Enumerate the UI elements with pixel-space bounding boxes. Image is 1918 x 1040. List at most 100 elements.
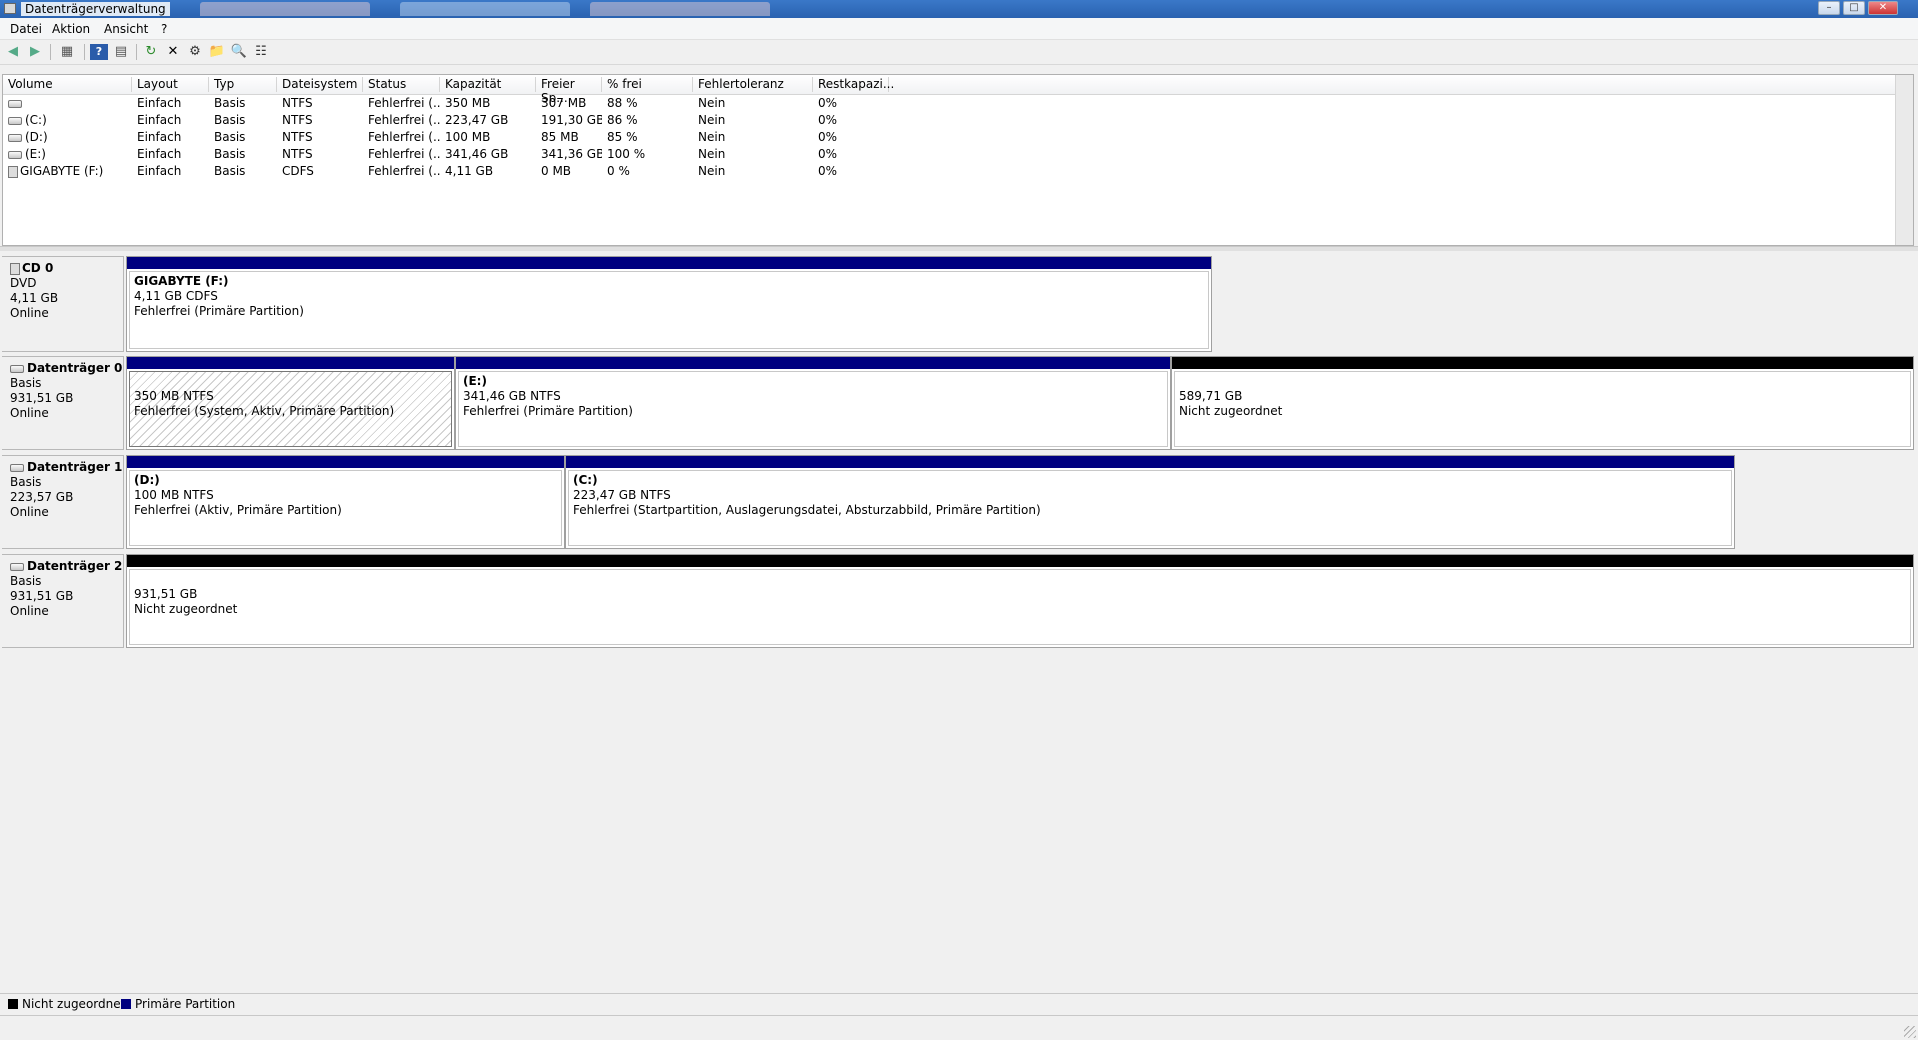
- disk-info-cd0[interactable]: CD 0 DVD 4,11 GB Online: [2, 256, 124, 352]
- partition-size: 341,46 GB NTFS: [463, 389, 561, 403]
- disk-type: DVD: [10, 276, 37, 290]
- partition-size: 100 MB NTFS: [134, 488, 214, 502]
- disk-info-0[interactable]: Datenträger 0 Basis 931,51 GB Online: [2, 356, 124, 450]
- volume-row[interactable]: (E:) Einfach Basis NTFS Fehlerfrei (... …: [3, 146, 1913, 163]
- status-bar: [0, 1015, 1918, 1040]
- partition-status: Fehlerfrei (Startpartition, Auslagerungs…: [573, 503, 1041, 517]
- extra-icon[interactable]: ☷: [252, 44, 270, 60]
- column-header-kapazitaet[interactable]: Kapazität: [440, 77, 536, 92]
- dateisystem-cell: NTFS: [282, 96, 313, 110]
- help-icon[interactable]: ?: [90, 44, 108, 60]
- partition-unallocated[interactable]: 589,71 GB Nicht zugeordnet: [1171, 356, 1914, 450]
- console-tree-icon[interactable]: ▦: [58, 44, 76, 60]
- freier-speicher-cell: 191,30 GB: [541, 113, 602, 127]
- partition-label: [134, 374, 447, 389]
- restkapazitaet-cell: 0%: [818, 130, 838, 144]
- layout-cell: Einfach: [137, 96, 182, 110]
- partition-f[interactable]: GIGABYTE (F:) 4,11 GB CDFS Fehlerfrei (P…: [126, 256, 1212, 352]
- prozent-frei-cell: 0 %: [607, 164, 630, 178]
- restkapazitaet-cell: 0%: [818, 147, 838, 161]
- volume-list[interactable]: Volume Layout Typ Dateisystem Status Kap…: [2, 74, 1914, 246]
- background-tab: [400, 2, 570, 16]
- disk-row-cd0: CD 0 DVD 4,11 GB Online GIGABYTE (F:) 4,…: [2, 256, 1914, 352]
- volume-list-header: Volume Layout Typ Dateisystem Status Kap…: [3, 75, 1913, 105]
- settings-icon[interactable]: ⚙: [186, 44, 204, 60]
- column-header-freier-speicher[interactable]: Freier Sp...: [536, 77, 602, 105]
- fehlertoleranz-cell: Nein: [698, 113, 726, 127]
- rescan-icon[interactable]: ↻: [142, 44, 160, 60]
- volume-list-scrollbar[interactable]: [1895, 75, 1913, 245]
- prozent-frei-cell: 86 %: [607, 113, 638, 127]
- volume-row[interactable]: (C:) Einfach Basis NTFS Fehlerfrei (... …: [3, 112, 1913, 129]
- delete-icon[interactable]: ✕: [164, 44, 182, 60]
- layout-cell: Einfach: [137, 164, 182, 178]
- column-header-restkapazitaet[interactable]: Restkapazi...: [813, 77, 894, 92]
- disk-info-1[interactable]: Datenträger 1 Basis 223,57 GB Online: [2, 455, 124, 549]
- partition-body: 931,51 GB Nicht zugeordnet: [129, 569, 1911, 645]
- partition-c[interactable]: (C:) 223,47 GB NTFS Fehlerfrei (Startpar…: [565, 455, 1735, 549]
- minimize-button[interactable]: –: [1818, 1, 1840, 15]
- column-header-layout[interactable]: Layout: [132, 77, 209, 92]
- menu-datei[interactable]: Datei: [10, 22, 42, 36]
- disk-state: Online: [10, 604, 49, 618]
- partition-body: GIGABYTE (F:) 4,11 GB CDFS Fehlerfrei (P…: [129, 271, 1209, 349]
- typ-cell: Basis: [214, 96, 246, 110]
- maximize-button[interactable]: □: [1843, 1, 1865, 15]
- partition-bar: [1172, 357, 1913, 369]
- hard-disk-icon: [10, 562, 24, 571]
- column-header-typ[interactable]: Typ: [209, 77, 277, 92]
- volume-row[interactable]: (D:) Einfach Basis NTFS Fehlerfrei (... …: [3, 129, 1913, 146]
- disk-row-0: Datenträger 0 Basis 931,51 GB Online 350…: [2, 356, 1914, 450]
- layout-cell: Einfach: [137, 113, 182, 127]
- column-header-dateisystem[interactable]: Dateisystem: [277, 77, 363, 92]
- menu-ansicht[interactable]: Ansicht: [104, 22, 148, 36]
- restkapazitaet-cell: 0%: [818, 113, 838, 127]
- fehlertoleranz-cell: Nein: [698, 164, 726, 178]
- partition-size: 589,71 GB: [1179, 389, 1243, 403]
- legend: Nicht zugeordnet Primäre Partition: [0, 993, 1918, 1014]
- volume-row[interactable]: Einfach Basis NTFS Fehlerfrei (... 350 M…: [3, 95, 1913, 112]
- disk-state: Online: [10, 306, 49, 320]
- volume-row[interactable]: GIGABYTE (F:) Einfach Basis CDFS Fehlerf…: [3, 163, 1913, 180]
- layout-cell: Einfach: [137, 147, 182, 161]
- column-header-status[interactable]: Status: [363, 77, 440, 92]
- background-tab: [590, 2, 770, 16]
- properties-icon[interactable]: ▤: [112, 44, 130, 60]
- partition-d[interactable]: (D:) 100 MB NTFS Fehlerfrei (Aktiv, Prim…: [126, 455, 565, 549]
- title-bar: Datenträgerverwaltung – □ ✕: [0, 0, 1918, 18]
- back-icon[interactable]: ◀: [4, 44, 22, 60]
- legend-unallocated: Nicht zugeordnet: [8, 997, 125, 1011]
- disk-info-2[interactable]: Datenträger 2 Basis 931,51 GB Online: [2, 554, 124, 648]
- disk-name: Datenträger 2: [27, 559, 123, 573]
- partition-body: (E:) 341,46 GB NTFS Fehlerfrei (Primäre …: [458, 371, 1168, 447]
- menu-aktion[interactable]: Aktion: [52, 22, 90, 36]
- partition-body: (C:) 223,47 GB NTFS Fehlerfrei (Startpar…: [568, 470, 1732, 546]
- close-button[interactable]: ✕: [1868, 1, 1898, 15]
- column-header-fehlertoleranz[interactable]: Fehlertoleranz: [693, 77, 813, 92]
- forward-icon[interactable]: ▶: [26, 44, 44, 60]
- hard-disk-icon: [10, 463, 24, 472]
- disk-type: Basis: [10, 574, 42, 588]
- cd-drive-icon: [10, 262, 20, 275]
- partition-unallocated[interactable]: 931,51 GB Nicht zugeordnet: [126, 554, 1914, 648]
- typ-cell: Basis: [214, 164, 246, 178]
- freier-speicher-cell: 307 MB: [541, 96, 587, 110]
- pane-splitter[interactable]: [0, 246, 1918, 251]
- open-icon[interactable]: 📁: [208, 44, 226, 60]
- menu-help[interactable]: ?: [161, 22, 167, 36]
- kapazitaet-cell: 4,11 GB: [445, 164, 494, 178]
- typ-cell: Basis: [214, 147, 246, 161]
- volume-cell: GIGABYTE (F:): [3, 164, 132, 178]
- column-header-prozent-frei[interactable]: % frei: [602, 77, 693, 92]
- typ-cell: Basis: [214, 113, 246, 127]
- partition-bar: [566, 456, 1734, 468]
- volume-cell: (C:): [3, 113, 132, 127]
- resize-grip-icon[interactable]: [1904, 1026, 1916, 1038]
- partition-e[interactable]: (E:) 341,46 GB NTFS Fehlerfrei (Primäre …: [455, 356, 1171, 450]
- partition-system-reserved[interactable]: 350 MB NTFS Fehlerfrei (System, Aktiv, P…: [126, 356, 455, 450]
- column-header-volume[interactable]: Volume: [3, 77, 132, 92]
- partition-bar: [127, 257, 1211, 269]
- restkapazitaet-cell: 0%: [818, 164, 838, 178]
- fehlertoleranz-cell: Nein: [698, 130, 726, 144]
- search-icon[interactable]: 🔍: [230, 44, 248, 60]
